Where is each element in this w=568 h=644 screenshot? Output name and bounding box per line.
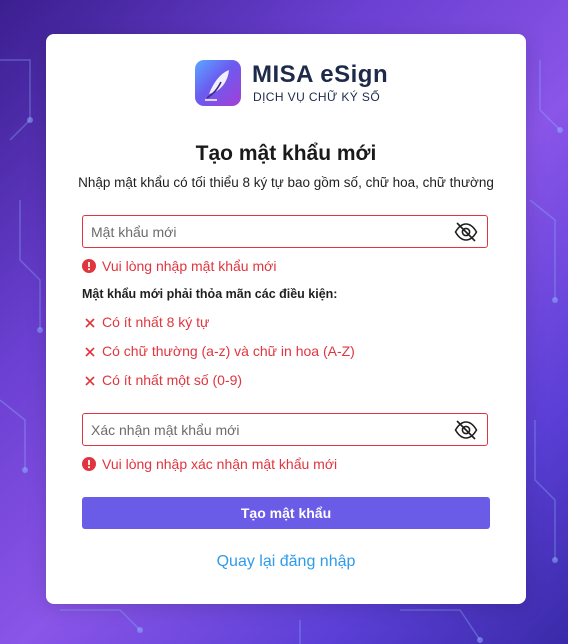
confirm-password-field[interactable]	[82, 413, 488, 446]
logo-feather-icon	[195, 60, 241, 106]
page-title: Tạo mật khẩu mới	[195, 142, 377, 165]
error-text: Vui lòng nhập xác nhận mật khẩu mới	[102, 456, 338, 472]
new-password-field[interactable]	[82, 215, 488, 248]
condition-text: Có chữ thường (a-z) và chữ in hoa (A-Z)	[102, 343, 355, 359]
error-text: Vui lòng nhập mật khẩu mới	[102, 258, 277, 274]
brand-name: MISA eSign	[252, 61, 389, 88]
error-circle-icon	[82, 259, 96, 273]
create-password-button[interactable]: Tạo mật khẩu	[82, 497, 490, 529]
brand-logo: MISA eSign DỊCH VỤ CHỮ KÝ SỐ	[195, 60, 389, 108]
close-x-icon	[84, 345, 96, 357]
conditions-title: Mật khẩu mới phải thỏa mãn các điều kiện…	[82, 287, 338, 301]
eye-off-icon[interactable]	[454, 419, 478, 441]
eye-off-icon[interactable]	[454, 221, 478, 243]
back-to-login-link[interactable]: Quay lại đăng nhập	[46, 553, 526, 571]
close-x-icon	[84, 316, 96, 328]
condition-text: Có ít nhất 8 ký tự	[102, 314, 210, 330]
confirm-password-input[interactable]	[83, 414, 451, 445]
error-circle-icon	[82, 457, 96, 471]
condition-text: Có ít nhất một số (0-9)	[102, 372, 243, 388]
reset-password-card: MISA eSign DỊCH VỤ CHỮ KÝ SỐ Tạo mật khẩ…	[46, 34, 526, 604]
close-x-icon	[84, 374, 96, 386]
brand-tagline: DỊCH VỤ CHỮ KÝ SỐ	[253, 90, 381, 104]
new-password-input[interactable]	[83, 216, 451, 247]
page-subtitle: Nhập mật khẩu có tối thiểu 8 ký tự bao g…	[78, 175, 494, 190]
